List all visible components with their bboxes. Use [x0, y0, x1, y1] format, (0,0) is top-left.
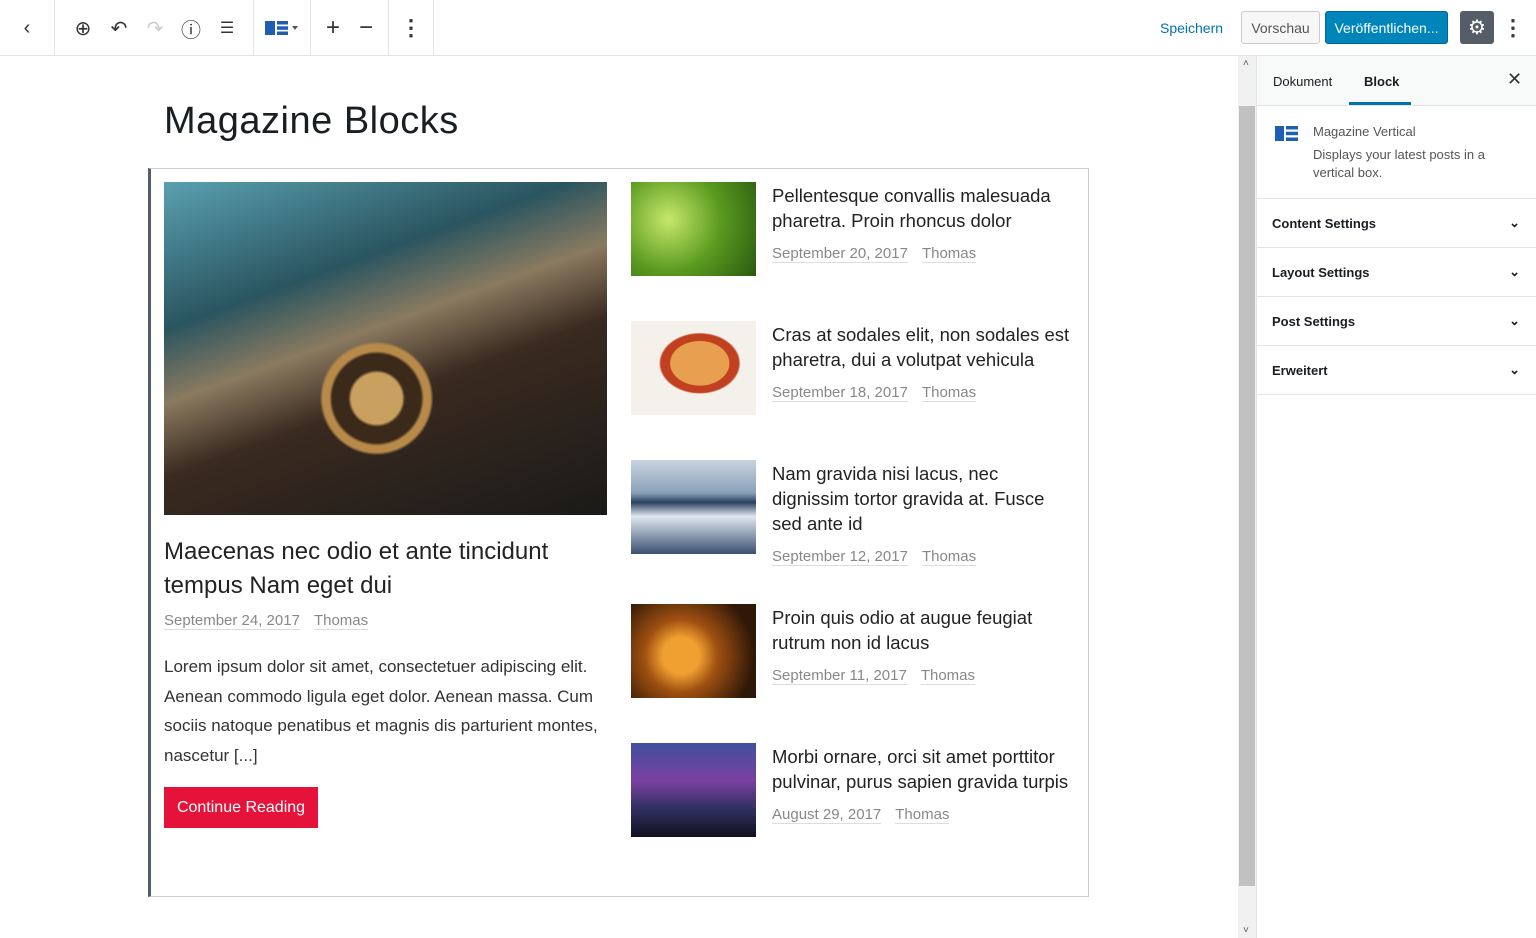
page-title[interactable]: Magazine Blocks [164, 100, 459, 143]
panel-label: Post Settings [1272, 313, 1356, 329]
post-author[interactable]: Thomas [920, 667, 976, 685]
post-thumbnail [631, 182, 756, 276]
post-date[interactable]: September 20, 2017 [772, 245, 908, 263]
chevron-down-icon: ⌄ [1509, 264, 1520, 279]
post-date[interactable]: August 29, 2017 [772, 806, 882, 824]
more-options-icon[interactable]: ⋮ [397, 14, 425, 42]
scroll-up-icon[interactable]: ˄ [1243, 58, 1249, 69]
post-date[interactable]: September 18, 2017 [772, 384, 908, 402]
post-thumbnail [631, 743, 756, 837]
more-menu-icon[interactable]: ⋮ [1499, 14, 1527, 42]
undo-icon[interactable]: ↶ [105, 14, 133, 42]
panel-label: Content Settings [1272, 215, 1376, 231]
preview-button[interactable]: Vorschau [1241, 11, 1320, 44]
featured-image [164, 182, 607, 515]
featured-excerpt: Lorem ipsum dolor sit amet, consectetuer… [164, 657, 598, 765]
magazine-vertical-icon [1275, 126, 1298, 141]
active-tab-indicator [1349, 102, 1411, 105]
post-author[interactable]: Thomas [921, 245, 977, 263]
settings-gear-icon[interactable]: ⚙ [1460, 11, 1494, 44]
back-icon[interactable]: ‹ [13, 14, 41, 42]
post-title[interactable]: Morbi ornare, orci sit amet porttitor pu… [772, 744, 1077, 794]
post-thumbnail [631, 460, 756, 554]
post-author[interactable]: Thomas [921, 548, 977, 566]
settings-sidebar: Dokument Block ✕ Magazine Vertical Displ… [1256, 56, 1536, 938]
panel-layout-settings[interactable]: Layout Settings ⌄ [1257, 248, 1536, 297]
block-description: Displays your latest posts in a vertical… [1313, 147, 1485, 180]
block-card: Magazine Vertical Displays your latest p… [1257, 106, 1536, 199]
list-item: Nam gravida nisi lacus, nec dignissim to… [772, 461, 1077, 569]
save-button[interactable]: Speichern [1160, 20, 1223, 36]
panel-post-settings[interactable]: Post Settings ⌄ [1257, 297, 1536, 346]
add-block-icon[interactable]: ⊕ [69, 14, 97, 42]
publish-button[interactable]: Veröffentlichen... [1325, 11, 1448, 44]
post-title[interactable]: Proin quis odio at augue feugiat rutrum … [772, 605, 1077, 655]
chevron-down-icon: ⌄ [1509, 215, 1520, 230]
outline-icon[interactable]: ☰ [213, 14, 241, 42]
block-type-icon[interactable] [264, 14, 300, 42]
panel-erweitert[interactable]: Erweitert ⌄ [1257, 346, 1536, 395]
list-item: Pellentesque convallis malesuada pharetr… [772, 183, 1077, 266]
post-author[interactable]: Thomas [313, 612, 369, 630]
post-date[interactable]: September 24, 2017 [164, 612, 300, 630]
list-item: Cras at sodales elit, non sodales est ph… [772, 322, 1077, 405]
panel-label: Layout Settings [1272, 264, 1370, 280]
post-author[interactable]: Thomas [921, 384, 977, 402]
minus-icon[interactable]: − [352, 14, 380, 42]
redo-icon[interactable]: ↷ [141, 14, 169, 42]
scroll-down-icon[interactable]: ˅ [1243, 925, 1249, 936]
panel-label: Erweitert [1272, 362, 1328, 378]
post-title[interactable]: Nam gravida nisi lacus, nec dignissim to… [772, 461, 1077, 536]
tab-block[interactable]: Block [1364, 74, 1399, 89]
info-icon[interactable]: ⓘ [177, 14, 205, 42]
post-date[interactable]: September 11, 2017 [772, 667, 907, 685]
post-thumbnail [631, 604, 756, 698]
featured-meta: September 24, 2017 Thomas [164, 612, 382, 630]
editor-scrollbar[interactable]: ˄ ˅ [1238, 56, 1256, 938]
post-title[interactable]: Pellentesque convallis malesuada pharetr… [772, 183, 1077, 233]
panel-content-settings[interactable]: Content Settings ⌄ [1257, 199, 1536, 248]
post-title[interactable]: Cras at sodales elit, non sodales est ph… [772, 322, 1077, 372]
chevron-down-icon: ⌄ [1509, 362, 1520, 377]
post-date[interactable]: September 12, 2017 [772, 548, 908, 566]
top-toolbar: ‹ ⊕ ↶ ↷ ⓘ ☰ + − ⋮ Speichern Vorschau Ver… [0, 0, 1536, 56]
tab-dokument[interactable]: Dokument [1273, 74, 1332, 89]
chevron-down-icon: ⌄ [1509, 313, 1520, 328]
close-icon[interactable]: ✕ [1507, 69, 1522, 90]
block-name: Magazine Vertical [1313, 124, 1416, 139]
list-item: Proin quis odio at augue feugiat rutrum … [772, 605, 1077, 688]
plus-icon[interactable]: + [319, 14, 347, 42]
featured-title[interactable]: Maecenas nec odio et ante tincidunt temp… [164, 535, 604, 603]
post-author[interactable]: Thomas [895, 806, 950, 824]
list-item: Morbi ornare, orci sit amet porttitor pu… [772, 744, 1077, 827]
continue-reading-button[interactable]: Continue Reading [164, 787, 318, 828]
scrollbar-thumb[interactable] [1239, 106, 1255, 886]
post-thumbnail [631, 321, 756, 415]
